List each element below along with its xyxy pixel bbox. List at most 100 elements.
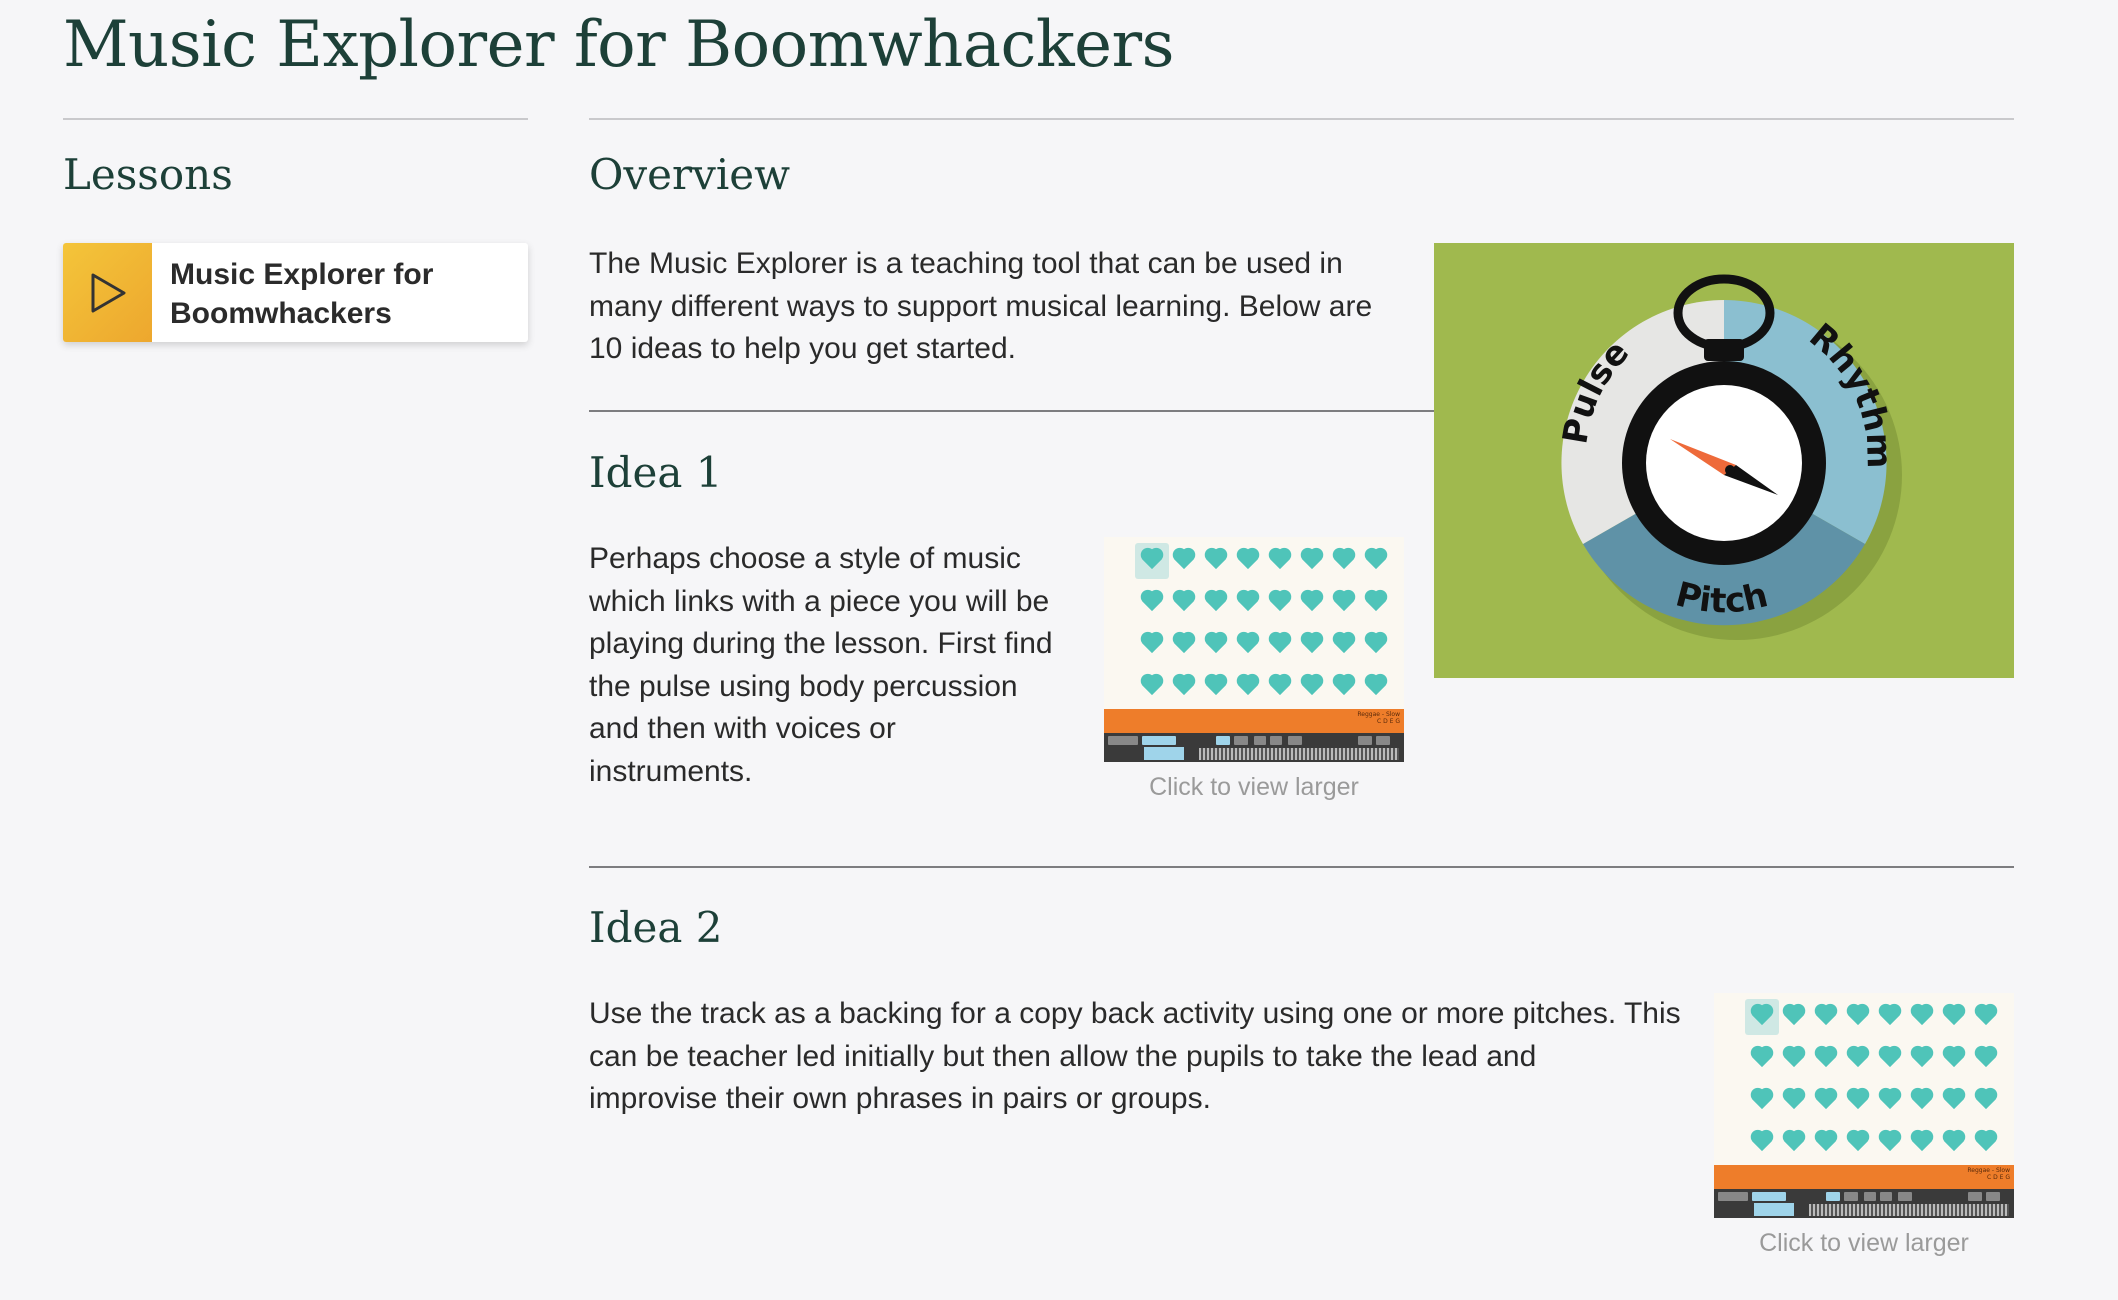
heart-icon — [1139, 591, 1165, 613]
heart-icon — [1171, 633, 1197, 655]
heart-icon — [1749, 1089, 1775, 1111]
heart-icon — [1299, 549, 1325, 571]
heart-icon — [1331, 675, 1357, 697]
heart-icon — [1877, 1131, 1903, 1153]
lesson-card-title-line1: Music Explorer for — [170, 258, 434, 291]
heart-icon — [1781, 1005, 1807, 1027]
style-tag: Reggae - Slow C D E G — [1357, 711, 1400, 725]
pulse-rhythm-pitch-compass-image: Pulse Rhythm Pitch — [1434, 243, 2014, 678]
heart-icon — [1941, 1131, 1967, 1153]
heart-icon — [1813, 1089, 1839, 1111]
heart-grid — [1714, 993, 2014, 1163]
idea-1-line-5: and then with voices or — [589, 712, 896, 745]
heart-icon — [1363, 591, 1389, 613]
heart-icon — [1941, 1005, 1967, 1027]
transport-bar — [1104, 733, 1404, 762]
overview-line-3: 10 ideas to help you get started. — [589, 332, 1016, 365]
overview-text: The Music Explorer is a teaching tool th… — [589, 243, 1409, 371]
waveform — [1199, 748, 1399, 760]
page-title: Music Explorer for Boomwhackers — [63, 8, 1174, 82]
heart-icon — [1813, 1131, 1839, 1153]
idea-1-heading: Idea 1 — [589, 448, 723, 497]
main-divider — [589, 118, 2014, 120]
idea-1-divider — [589, 866, 2014, 868]
lesson-card-title-line2: Boomwhackers — [170, 297, 392, 330]
heart-icon — [1171, 675, 1197, 697]
heart-icon — [1139, 633, 1165, 655]
heart-icon — [1781, 1089, 1807, 1111]
heart-icon — [1363, 549, 1389, 571]
idea-1-text: Perhaps choose a style of music which li… — [589, 538, 1089, 793]
compass-label-pitch: Pitch — [1672, 574, 1772, 621]
lesson-thumbnail — [63, 243, 152, 342]
style-tag-name: Reggae - Slow — [1967, 1167, 2010, 1174]
overview-line-1: The Music Explorer is a teaching tool th… — [589, 247, 1343, 280]
lesson-card-music-explorer[interactable]: Music Explorer for Boomwhackers — [63, 243, 528, 342]
heart-icon — [1973, 1047, 1999, 1069]
transport-button — [1898, 1192, 1912, 1201]
idea-2-line-3: improvise their own phrases in pairs or … — [589, 1082, 1211, 1115]
lessons-heading: Lessons — [63, 150, 233, 199]
heart-icon — [1973, 1089, 1999, 1111]
heart-icon — [1749, 1047, 1775, 1069]
transport-button — [1968, 1192, 1982, 1201]
heart-icon — [1749, 1131, 1775, 1153]
transport-button — [1826, 1192, 1840, 1201]
heart-icon — [1877, 1089, 1903, 1111]
style-tag-notes: C D E G — [1987, 1174, 2010, 1181]
heart-icon — [1781, 1131, 1807, 1153]
transport-button — [1270, 736, 1282, 745]
heart-icon — [1171, 549, 1197, 571]
heart-icon — [1363, 675, 1389, 697]
heart-icon — [1941, 1089, 1967, 1111]
transport-button — [1844, 1192, 1858, 1201]
heart-icon — [1235, 549, 1261, 571]
pause-icon — [1754, 1203, 1794, 1216]
heart-icon — [1845, 1047, 1871, 1069]
heart-icon — [1331, 591, 1357, 613]
heart-icon — [1139, 675, 1165, 697]
heart-icon — [1941, 1047, 1967, 1069]
heart-icon — [1171, 591, 1197, 613]
heart-icon — [1973, 1131, 1999, 1153]
style-bar: Reggae - Slow C D E G — [1714, 1165, 2014, 1189]
heart-icon — [1235, 633, 1261, 655]
heart-icon — [1299, 675, 1325, 697]
idea-1-screenshot[interactable]: Reggae - Slow C D E G — [1104, 537, 1404, 762]
heart-icon — [1267, 549, 1293, 571]
idea-1-line-4: the pulse using body percussion — [589, 669, 1018, 703]
idea-2-heading: Idea 2 — [589, 903, 723, 952]
transport-button — [1718, 1192, 1748, 1201]
idea-1-caption[interactable]: Click to view larger — [1104, 773, 1404, 802]
overview-heading: Overview — [589, 150, 791, 199]
transport-button — [1234, 736, 1248, 745]
transport-button — [1108, 736, 1138, 745]
idea-2-caption[interactable]: Click to view larger — [1714, 1229, 2014, 1258]
heart-icon — [1781, 1047, 1807, 1069]
heart-icon — [1203, 675, 1229, 697]
transport-button — [1376, 736, 1390, 745]
svg-text:Pitch: Pitch — [1672, 574, 1772, 621]
idea-1-line-6: instruments. — [589, 754, 753, 788]
heart-icon — [1203, 549, 1229, 571]
overview-line-2: many different ways to support musical l… — [589, 289, 1373, 323]
idea-1-line-2: which links with a piece you will be — [589, 584, 1050, 618]
heart-icon — [1267, 675, 1293, 697]
play-icon — [91, 273, 125, 312]
idea-2-screenshot[interactable]: Reggae - Slow C D E G — [1714, 993, 2014, 1218]
transport-button — [1288, 736, 1302, 745]
style-tag: Reggae - Slow C D E G — [1967, 1167, 2010, 1181]
lesson-card-label: Music Explorer for Boomwhackers — [152, 243, 451, 342]
heart-icon — [1813, 1047, 1839, 1069]
heart-icon — [1267, 591, 1293, 613]
heart-icon — [1331, 633, 1357, 655]
transport-button — [1216, 736, 1230, 745]
transport-button — [1358, 736, 1372, 745]
heart-icon — [1909, 1047, 1935, 1069]
heart-icon — [1203, 591, 1229, 613]
transport-button — [1752, 1192, 1786, 1201]
heart-icon — [1845, 1089, 1871, 1111]
transport-button — [1864, 1192, 1876, 1201]
heart-icon — [1267, 633, 1293, 655]
heart-icon — [1363, 633, 1389, 655]
